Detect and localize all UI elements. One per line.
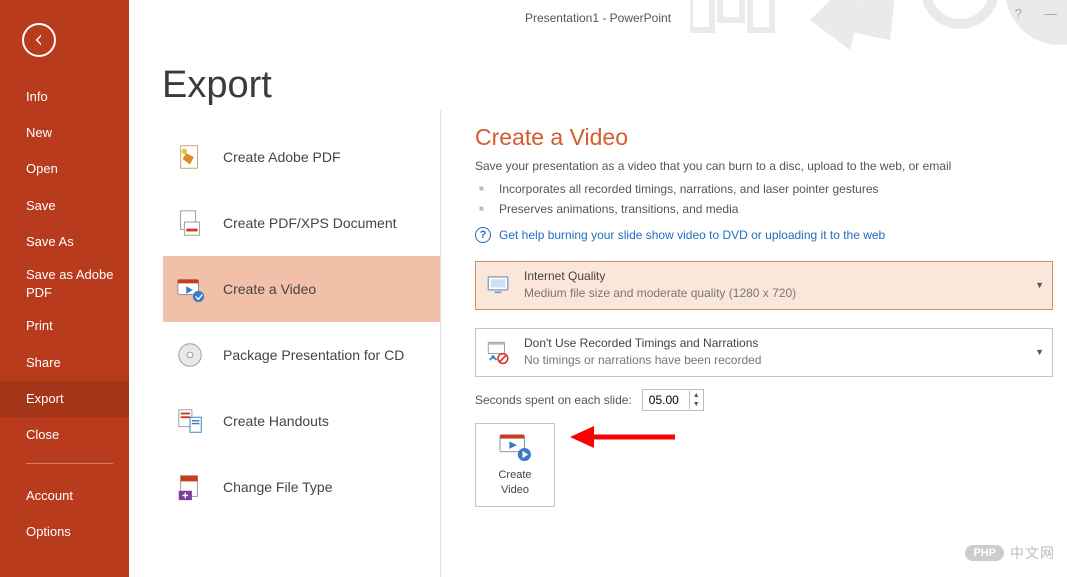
timings-dropdown[interactable]: Don't Use Recorded Timings and Narration… bbox=[475, 328, 1053, 377]
help-link[interactable]: Get help burning your slide show video t… bbox=[499, 228, 885, 242]
seconds-spinner[interactable]: ▲ ▼ bbox=[642, 389, 704, 411]
nav-account[interactable]: Account bbox=[0, 478, 129, 514]
video-quality-dropdown[interactable]: Internet Quality Medium file size and mo… bbox=[475, 261, 1053, 310]
nav-print[interactable]: Print bbox=[0, 308, 129, 344]
timings-title: Don't Use Recorded Timings and Narration… bbox=[524, 335, 761, 352]
watermark: PHP 中文网 bbox=[965, 543, 1055, 563]
create-video-icon bbox=[498, 432, 532, 462]
chevron-down-icon: ▼ bbox=[1035, 280, 1044, 290]
export-option-handouts[interactable]: Create Handouts bbox=[163, 388, 440, 454]
export-option-package-cd[interactable]: Package Presentation for CD bbox=[163, 322, 440, 388]
watermark-badge: PHP bbox=[965, 545, 1004, 561]
chevron-down-icon: ▼ bbox=[1035, 347, 1044, 357]
nav-save-as[interactable]: Save As bbox=[0, 224, 129, 260]
monitor-icon bbox=[484, 271, 512, 299]
detail-bullet: Incorporates all recorded timings, narra… bbox=[475, 179, 1053, 199]
help-button[interactable]: ? bbox=[1015, 6, 1022, 21]
window-title: Presentation1 - PowerPoint bbox=[525, 11, 671, 25]
export-option-create-video[interactable]: Create a Video bbox=[163, 256, 440, 322]
change-file-type-icon bbox=[173, 470, 207, 504]
quality-title: Internet Quality bbox=[524, 268, 796, 285]
spinner-up[interactable]: ▲ bbox=[690, 391, 703, 400]
watermark-text: 中文网 bbox=[1010, 543, 1055, 563]
nav-divider bbox=[26, 463, 113, 464]
nav-open[interactable]: Open bbox=[0, 151, 129, 187]
adobe-pdf-icon bbox=[173, 140, 207, 174]
export-option-label: Create Handouts bbox=[223, 413, 329, 429]
detail-summary: Save your presentation as a video that y… bbox=[475, 159, 1053, 173]
export-option-label: Create PDF/XPS Document bbox=[223, 215, 397, 231]
spinner-down[interactable]: ▼ bbox=[690, 400, 703, 409]
quality-sub: Medium file size and moderate quality (1… bbox=[524, 285, 796, 302]
back-arrow-icon bbox=[31, 32, 47, 48]
export-option-adobe-pdf[interactable]: Create Adobe PDF bbox=[163, 124, 440, 190]
detail-bullet: Preserves animations, transitions, and m… bbox=[475, 199, 1053, 219]
export-option-label: Package Presentation for CD bbox=[223, 347, 404, 363]
export-option-change-file-type[interactable]: Change File Type bbox=[163, 454, 440, 520]
nav-export[interactable]: Export bbox=[0, 381, 129, 417]
no-narration-icon bbox=[484, 338, 512, 366]
seconds-label: Seconds spent on each slide: bbox=[475, 393, 632, 407]
seconds-input[interactable] bbox=[643, 390, 689, 410]
video-icon bbox=[173, 272, 207, 306]
nav-new[interactable]: New bbox=[0, 115, 129, 151]
nav-options[interactable]: Options bbox=[0, 514, 129, 550]
nav-save[interactable]: Save bbox=[0, 188, 129, 224]
timings-sub: No timings or narrations have been recor… bbox=[524, 352, 761, 369]
export-detail-pane: Create a Video Save your presentation as… bbox=[441, 110, 1067, 577]
page-title: Export bbox=[162, 64, 272, 107]
export-option-label: Create a Video bbox=[223, 281, 316, 297]
minimize-button[interactable]: — bbox=[1044, 6, 1057, 21]
detail-heading: Create a Video bbox=[475, 124, 1053, 151]
help-icon: ? bbox=[475, 227, 491, 243]
handouts-icon bbox=[173, 404, 207, 438]
title-bar: Presentation1 - PowerPoint ? — bbox=[129, 0, 1067, 36]
create-video-button[interactable]: CreateVideo bbox=[475, 423, 555, 507]
nav-share[interactable]: Share bbox=[0, 345, 129, 381]
nav-save-as-adobe-pdf[interactable]: Save as Adobe PDF bbox=[0, 260, 129, 308]
nav-close[interactable]: Close bbox=[0, 417, 129, 453]
export-options-list: Create Adobe PDF Create PDF/XPS Document… bbox=[163, 110, 441, 577]
export-option-pdf-xps[interactable]: Create PDF/XPS Document bbox=[163, 190, 440, 256]
nav-info[interactable]: Info bbox=[0, 79, 129, 115]
backstage-sidebar: Info New Open Save Save As Save as Adobe… bbox=[0, 0, 129, 577]
back-button[interactable] bbox=[22, 23, 56, 57]
export-option-label: Create Adobe PDF bbox=[223, 149, 341, 165]
pdf-xps-icon bbox=[173, 206, 207, 240]
cd-icon bbox=[173, 338, 207, 372]
export-option-label: Change File Type bbox=[223, 479, 332, 495]
